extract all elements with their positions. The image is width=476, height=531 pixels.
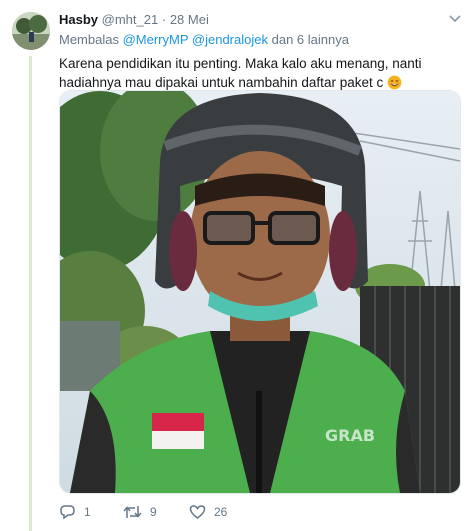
mention-merrymp[interactable]: @MerryMP <box>123 32 189 47</box>
tweet-photo[interactable]: GRAB <box>59 90 461 494</box>
selfie-photo: GRAB <box>60 91 460 493</box>
tweet-body: Karena pendidikan itu penting. Maka kalo… <box>59 56 422 90</box>
mention-jendralojek[interactable]: @jendralojek <box>192 32 268 47</box>
reply-icon <box>60 505 75 520</box>
chevron-down-icon[interactable] <box>448 14 462 24</box>
tweet-date[interactable]: 28 Mei <box>170 12 209 27</box>
author-name[interactable]: Hasby <box>59 12 98 27</box>
reply-others[interactable]: dan 6 lainnya <box>272 32 349 47</box>
smiling-face-icon <box>387 75 402 90</box>
reply-count: 1 <box>84 505 91 519</box>
like-action[interactable]: 26 <box>189 504 227 520</box>
header-separator: · <box>161 12 167 27</box>
reply-prefix: Membalas <box>59 32 119 47</box>
tweet-text: Karena pendidikan itu penting. Maka kalo… <box>59 54 459 92</box>
retweet-action[interactable]: 9 <box>123 504 157 520</box>
heart-icon <box>189 505 206 519</box>
reply-context: Membalas @MerryMP @jendralojek dan 6 lai… <box>59 32 349 47</box>
tweet-actions: 1 9 26 <box>59 504 459 522</box>
retweet-count: 9 <box>150 505 157 519</box>
retweet-icon <box>123 506 142 518</box>
author-handle[interactable]: @mht_21 <box>102 12 159 27</box>
avatar[interactable] <box>12 12 50 50</box>
svg-text:GRAB: GRAB <box>325 426 375 445</box>
like-count: 26 <box>214 505 228 519</box>
avatar-image <box>12 12 50 50</box>
thread-line <box>29 56 32 531</box>
reply-action[interactable]: 1 <box>59 504 91 520</box>
tweet-header: Hasby @mht_21 · 28 Mei <box>59 12 209 27</box>
